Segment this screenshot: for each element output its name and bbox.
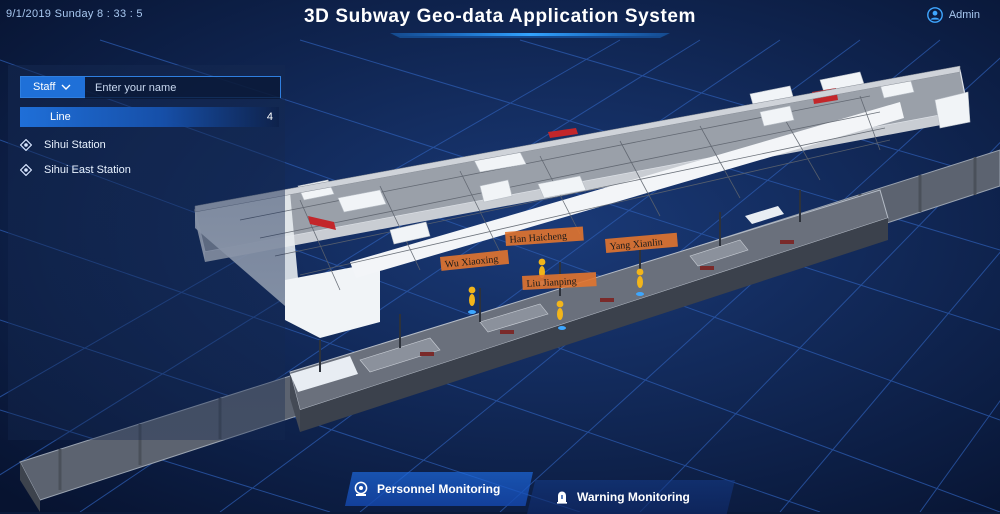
staff-select[interactable]: Staff (21, 77, 85, 97)
top-bar: 9/1/2019 Sunday 8 : 33 : 5 3D Subway Geo… (0, 0, 1000, 40)
staff-select-label: Staff (33, 81, 56, 93)
left-panel: Staff Line 4 Sihui Station Sihui East St… (8, 65, 285, 440)
tab-label: Warning Monitoring (577, 490, 690, 504)
datetime: 9/1/2019 Sunday 8 : 33 : 5 (6, 8, 143, 20)
station-label: Sihui Station (44, 139, 106, 151)
name-input[interactable] (85, 77, 280, 99)
line-label: Line (50, 111, 71, 123)
bottom-tabs: Personnel Monitoring Warning Monitoring (345, 472, 735, 514)
station-label: Sihui East Station (44, 164, 131, 176)
line-count: 4 (266, 111, 273, 123)
camera-icon (354, 481, 368, 496)
tab-label: Personnel Monitoring (377, 482, 501, 496)
user-name: Admin (948, 9, 980, 21)
user-circle-icon (926, 7, 943, 23)
diamond-target-icon (20, 139, 32, 151)
station-item-sihui[interactable]: Sihui Station (20, 136, 106, 154)
chevron-down-icon (61, 84, 71, 90)
user-menu[interactable]: Admin (926, 6, 980, 24)
diamond-target-icon (20, 164, 32, 176)
title-area: 3D Subway Geo-data Application System (300, 0, 700, 40)
alarm-icon (557, 491, 567, 504)
tab-warning-monitoring[interactable]: Warning Monitoring (527, 480, 735, 514)
line-row[interactable]: Line 4 (20, 107, 279, 127)
page-title: 3D Subway Geo-data Application System (303, 6, 697, 27)
tab-personnel-monitoring[interactable]: Personnel Monitoring (345, 472, 533, 506)
station-item-sihui-east[interactable]: Sihui East Station (20, 161, 131, 179)
staff-search: Staff (20, 76, 281, 99)
